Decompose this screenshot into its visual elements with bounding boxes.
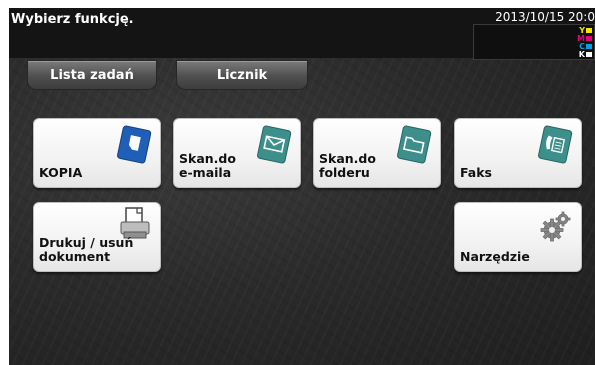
fax-icon [537,125,573,169]
email-icon [256,125,292,169]
toner-k: K [579,51,592,59]
copy-icon [116,125,152,169]
tile-label: Skan.do folderu [319,151,376,180]
control-panel-screen: Wybierz funkcję. 2013/10/15 20:0 Y M C K… [9,8,595,365]
fax-tile[interactable]: Faks [454,118,582,188]
scan-to-email-tile[interactable]: Skan.do e-maila [173,118,301,188]
counter-button[interactable]: Licznik [176,60,308,90]
toner-status[interactable]: Y M C K [473,24,595,60]
copy-tile[interactable]: KOPIA [33,118,161,188]
job-list-button[interactable]: Lista zadań [27,60,157,90]
scan-to-folder-tile[interactable]: Skan.do folderu [313,118,441,188]
folder-icon [396,125,432,169]
tile-label: Drukuj / usuń dokument [39,235,134,264]
page-title: Wybierz funkcję. [11,12,134,27]
header-bar: Wybierz funkcję. 2013/10/15 20:0 Y M C K [9,8,595,60]
tile-label: Faks [460,165,492,180]
utility-tile[interactable]: Narzędzie [454,202,582,272]
print-delete-document-tile[interactable]: Drukuj / usuń dokument [33,202,161,272]
tile-label: KOPIA [39,165,83,180]
tile-label: Narzędzie [460,249,530,264]
tile-label: Skan.do e-maila [179,151,236,180]
gear-icon [539,209,573,247]
date-time: 2013/10/15 20:0 [495,10,595,24]
